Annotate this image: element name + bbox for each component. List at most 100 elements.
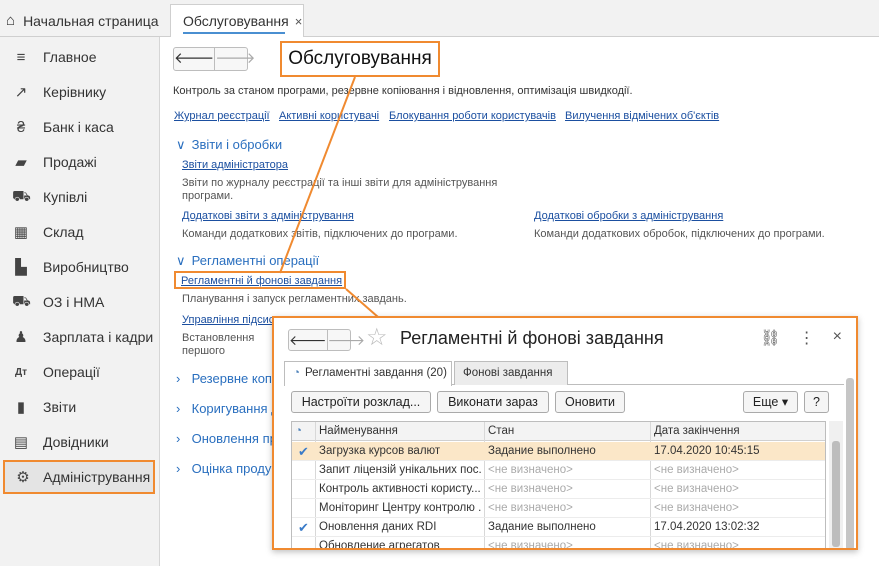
sidebar-item-label: Звіти	[43, 399, 77, 415]
window-title: Регламентні й фонові завдання	[400, 328, 664, 348]
sidebar-item-administration[interactable]: ⚙ Адміністрування	[3, 460, 155, 494]
tab-label: Фонові завдання	[463, 367, 553, 379]
sidebar-item-label: Виробництво	[43, 259, 129, 275]
table-row[interactable]: ✔ Оновлення даних RDI Задание выполнено …	[292, 518, 825, 537]
forward-button[interactable]: 🡒	[214, 48, 255, 70]
row-name: Контроль активності користу...	[319, 483, 481, 495]
bar-chart-icon: ▮	[16, 399, 26, 416]
sidebar-item-label: Операції	[43, 364, 100, 380]
window-scrollbar[interactable]	[846, 378, 854, 548]
link-active-users[interactable]: Активні користувачі	[279, 110, 379, 122]
row-date: <не визначено>	[654, 483, 739, 495]
jobs-table: ◔ Найменування Стан Дата закінчення ✔ За…	[291, 421, 826, 550]
sidebar-item-label: Продажі	[43, 154, 97, 170]
configure-schedule-button[interactable]: Настроїти розклад...	[291, 391, 431, 413]
tab-scheduled-jobs[interactable]: ◔ Регламентні завдання (20)	[284, 361, 452, 386]
clock-icon: ◔	[293, 367, 300, 379]
home-icon: ⌂	[6, 12, 16, 29]
link-event-log[interactable]: Журнал реєстрації	[174, 110, 270, 122]
trend-icon: ↗	[14, 84, 28, 101]
link-block-users[interactable]: Блокування роботи користувачів	[389, 110, 556, 122]
debit-credit-icon: Дт	[14, 366, 28, 378]
window-tabs: ◔ Регламентні завдання (20) Фонові завдан…	[284, 361, 844, 386]
tab-bar: ⌂ Начальная страница Обслуговування ×	[0, 0, 879, 37]
sidebar-item-assets[interactable]: ⛟ ОЗ і НМА	[0, 285, 160, 319]
close-icon[interactable]: ×	[295, 14, 303, 29]
row-state: Задание выполнено	[488, 521, 596, 533]
sidebar-item-label: Керівнику	[43, 84, 107, 100]
chevron-right-icon: ›	[176, 401, 181, 416]
tab-service[interactable]: Обслуговування ×	[170, 4, 304, 37]
chevron-right-icon: ›	[176, 431, 181, 446]
row-date: 17.04.2020 10:45:15	[654, 445, 760, 457]
row-date: 17.04.2020 13:02:32	[654, 521, 760, 533]
sidebar-item-label: Банк і каса	[43, 119, 114, 135]
table-row[interactable]: Обновление агрегатов <не визначено> <не …	[292, 537, 825, 550]
table-scrollbar[interactable]	[829, 421, 843, 548]
sidebar-item-production[interactable]: ▙ Виробництво	[0, 250, 160, 284]
more-icon[interactable]: ⋮	[799, 328, 815, 348]
sidebar-item-sales[interactable]: ▰ Продажі	[0, 145, 160, 179]
refresh-button[interactable]: Оновити	[555, 391, 625, 413]
sidebar-item-salary[interactable]: ♟ Зарплата і кадри	[0, 320, 160, 354]
link-extra-processing[interactable]: Додаткові обробки з адміністрування	[534, 210, 723, 222]
clock-icon: ◔	[295, 425, 302, 437]
row-date: <не визначено>	[654, 464, 739, 476]
sidebar-item-manager[interactable]: ↗ Керівнику	[0, 75, 160, 109]
history-nav: 🡐 🡒	[173, 47, 255, 71]
close-icon[interactable]: ×	[833, 328, 842, 348]
link-extra-reports[interactable]: Додаткові звіти з адміністрування	[182, 210, 354, 222]
section-reports[interactable]: ∨ Звіти і обробки	[176, 137, 282, 153]
row-name: Обновление агрегатов	[319, 540, 440, 550]
help-button[interactable]: ?	[804, 391, 829, 413]
row-state: <не визначено>	[488, 540, 573, 550]
table-row[interactable]: Контроль активності користу... <не визна…	[292, 480, 825, 499]
sidebar-item-reports[interactable]: ▮ Звіти	[0, 390, 160, 424]
factory-icon: ▙	[15, 259, 27, 276]
sidebar-item-operations[interactable]: Дт Операції	[0, 355, 160, 389]
sidebar-item-warehouse[interactable]: ▦ Склад	[0, 215, 160, 249]
table-header: ◔ Найменування Стан Дата закінчення	[292, 422, 825, 441]
tab-background-jobs[interactable]: Фонові завдання	[454, 361, 568, 385]
scheduled-tasks-desc: Планування і запуск регламентних завдань…	[182, 293, 407, 305]
row-state: <не визначено>	[488, 502, 573, 514]
chevron-down-icon: ∨	[176, 253, 186, 268]
sidebar-item-label: Купівлі	[43, 189, 88, 205]
sidebar-item-label: Довідники	[43, 434, 109, 450]
sidebar-item-purchases[interactable]: ⛟ Купівлі	[0, 180, 160, 214]
column-header-name[interactable]: Найменування	[319, 422, 398, 441]
sidebar-item-label: Главное	[43, 49, 97, 65]
link-delete-marked[interactable]: Вилучення відмічених об'єктів	[565, 110, 719, 122]
window-forward-button[interactable]: 🡒	[326, 330, 365, 350]
back-button[interactable]: 🡐	[174, 48, 214, 70]
star-icon[interactable]: ☆	[366, 323, 388, 352]
table-row[interactable]: Моніторинг Центру контролю ... <не визна…	[292, 499, 825, 518]
row-state: Задание выполнено	[488, 445, 596, 457]
bag-icon: ▰	[15, 154, 27, 171]
chevron-right-icon: ›	[176, 371, 181, 386]
table-row[interactable]: ✔ Загрузка курсов валют Задание выполнен…	[292, 442, 825, 461]
chevron-down-icon: ∨	[176, 137, 186, 152]
section-title: Регламентні операції	[191, 253, 320, 268]
row-state: <не визначено>	[488, 464, 573, 476]
section-scheduled-ops[interactable]: ∨ Регламентні операції	[176, 253, 319, 269]
tab-label: Регламентні завдання (20)	[304, 367, 447, 379]
column-header-date[interactable]: Дата закінчення	[654, 422, 740, 441]
row-name: Моніторинг Центру контролю ...	[319, 502, 481, 514]
column-header-state[interactable]: Стан	[488, 422, 514, 441]
link-admin-reports[interactable]: Звіти адміністратора	[182, 159, 288, 171]
tab-home[interactable]: ⌂ Начальная страница	[6, 4, 159, 37]
table-row[interactable]: Запит ліцензій унікальних пос... <не виз…	[292, 461, 825, 480]
sidebar-item-label: ОЗ і НМА	[43, 294, 105, 310]
sidebar-item-main[interactable]: ≡ Главное	[0, 40, 160, 74]
window-back-button[interactable]: 🡐	[289, 330, 327, 350]
run-now-button[interactable]: Виконати зараз	[437, 391, 549, 413]
sidebar-item-directories[interactable]: ▤ Довідники	[0, 425, 160, 459]
section-title: Звіти і обробки	[191, 137, 283, 152]
more-button[interactable]: Еще ▾	[743, 391, 798, 413]
admin-reports-desc: Звіти по журналу реєстрації та інші звіт…	[182, 177, 498, 202]
scrollbar-thumb[interactable]	[832, 441, 840, 547]
gear-icon: ⚙	[16, 469, 30, 486]
sidebar-item-bank[interactable]: ₴ Банк і каса	[0, 110, 160, 144]
link-icon[interactable]: ⛓	[760, 328, 780, 348]
